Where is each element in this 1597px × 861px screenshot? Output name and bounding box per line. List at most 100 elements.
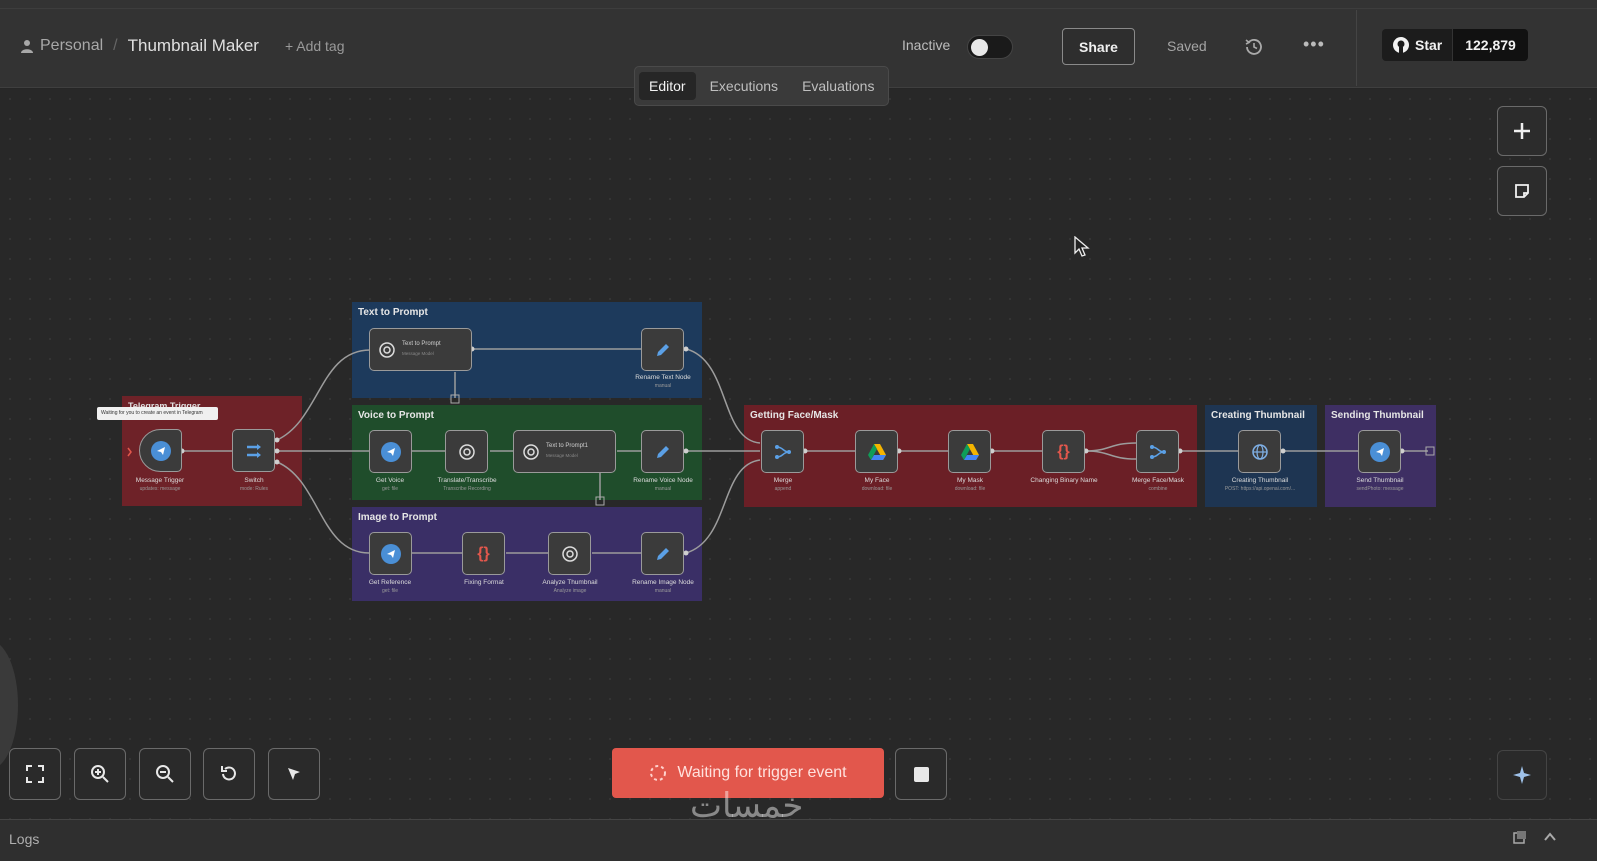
node-label: Merge Face/Mask [1131,477,1185,484]
wand-icon [288,768,300,780]
telegram-icon [380,543,401,564]
zoom-out-button[interactable] [139,748,191,800]
node-merge[interactable] [761,430,804,473]
pencil-icon [656,547,669,560]
logs-label: Logs [9,831,40,847]
node-subtitle: manual [654,383,672,389]
node-subtitle: sendPhoto: message [1356,486,1404,492]
node-subtitle: mode: Rules [239,486,269,492]
node-title: Text to Prompt1 [546,443,589,449]
switch-icon [246,443,261,458]
node-label: Get Reference [368,579,412,586]
node-subtitle: append [774,486,792,492]
code-braces-icon: {} [1057,442,1070,460]
node-label: Send Thumbnail [1356,477,1404,484]
node-label: Rename Image Node [632,579,694,586]
sparkle-icon [1513,766,1531,784]
node-rename-image[interactable] [641,532,684,575]
node-label: Fixing Format [464,579,504,586]
node-send-thumbnail[interactable] [1358,430,1401,473]
ai-assistant-button[interactable] [1497,750,1547,800]
node-fixing-format[interactable]: {} [462,532,505,575]
node-get-voice[interactable] [369,430,412,473]
undo-icon [221,766,236,781]
node-my-face[interactable] [855,430,898,473]
waiting-label: Waiting for trigger event [677,764,847,781]
node-changing-binary-name[interactable]: {} [1042,430,1085,473]
node-analyze-thumbnail[interactable] [548,532,591,575]
node-label: Switch [244,477,264,484]
merge-icon [1149,444,1166,459]
logs-controls [1513,830,1557,844]
node-subtitle: download: file [861,486,893,492]
node-get-reference[interactable] [369,532,412,575]
zoom-to-fit-button[interactable] [9,748,61,800]
node-translate-transcribe[interactable] [445,430,488,473]
fullscreen-icon [26,765,44,783]
node-subtitle: combine [1148,486,1168,492]
node-switch[interactable] [232,429,275,472]
node-label: Creating Thumbnail [1231,477,1289,484]
stop-icon [913,766,929,782]
connection [685,459,761,554]
n8n-editor-app: Personal / Thumbnail Maker + Add tag Ina… [0,0,1597,861]
connection [1085,450,1137,460]
popout-icon[interactable] [1513,830,1527,844]
node-label: My Face [864,477,890,484]
node-label: Rename Voice Node [633,477,693,484]
node-subtitle: Analyze image [553,588,587,594]
node-subtitle: updates: message [139,486,181,492]
node-my-mask[interactable] [948,430,991,473]
pencil-icon [656,343,669,356]
node-title: Text to Prompt [402,341,441,347]
openai-icon [458,443,475,460]
node-creating-thumbnail[interactable] [1238,430,1281,473]
openai-icon [379,342,395,358]
zoom-in-icon [91,765,109,783]
node-subtitle: get: file [381,588,399,594]
node-label: Rename Text Node [635,374,691,381]
connection [685,348,761,444]
zoom-out-icon [156,765,174,783]
zoom-in-button[interactable] [74,748,126,800]
telegram-icon [380,441,401,462]
connection [276,349,371,441]
logs-panel[interactable]: Logs [0,819,1597,861]
trigger-tooltip: Waiting for you to create an event in Te… [97,407,218,420]
node-subtitle: manual [654,486,672,492]
openai-icon [561,545,578,562]
node-subtitle: Message Model [546,453,578,458]
node-text-to-prompt[interactable]: Text to Prompt Message Model [369,328,472,371]
node-message-trigger[interactable] [139,429,182,472]
node-label: Analyze Thumbnail [542,579,598,586]
node-subtitle: download: file [954,486,986,492]
openai-icon [523,444,539,460]
node-text-to-prompt1[interactable]: Text to Prompt1 Message Model [513,430,616,473]
node-rename-text[interactable] [641,328,684,371]
globe-icon [1251,443,1268,460]
node-label: Changing Binary Name [1030,477,1098,484]
node-label: Translate/Transcribe [437,477,497,484]
connection [1085,442,1137,452]
node-subtitle: manual [654,588,672,594]
telegram-icon [150,440,171,461]
node-label: Message Trigger [135,477,185,484]
telegram-icon [1369,441,1390,462]
stop-execution-button[interactable] [895,748,947,800]
node-label: Merge [773,477,793,484]
node-subtitle: Message Model [402,351,434,356]
chevron-up-icon[interactable] [1543,830,1557,844]
google-drive-icon [960,443,979,460]
node-label: My Mask [957,477,983,484]
merge-icon [774,444,791,459]
node-subtitle: Transcribe Recording [443,486,491,492]
pencil-icon [656,445,669,458]
spinner-icon [650,765,667,781]
code-braces-icon: {} [477,544,490,562]
node-rename-voice[interactable] [641,430,684,473]
node-subtitle: POST: https://api.openai.com/... [1224,486,1296,492]
node-merge-face-mask[interactable] [1136,430,1179,473]
tidy-up-button[interactable] [268,748,320,800]
google-drive-icon [867,443,886,460]
reset-zoom-button[interactable] [203,748,255,800]
